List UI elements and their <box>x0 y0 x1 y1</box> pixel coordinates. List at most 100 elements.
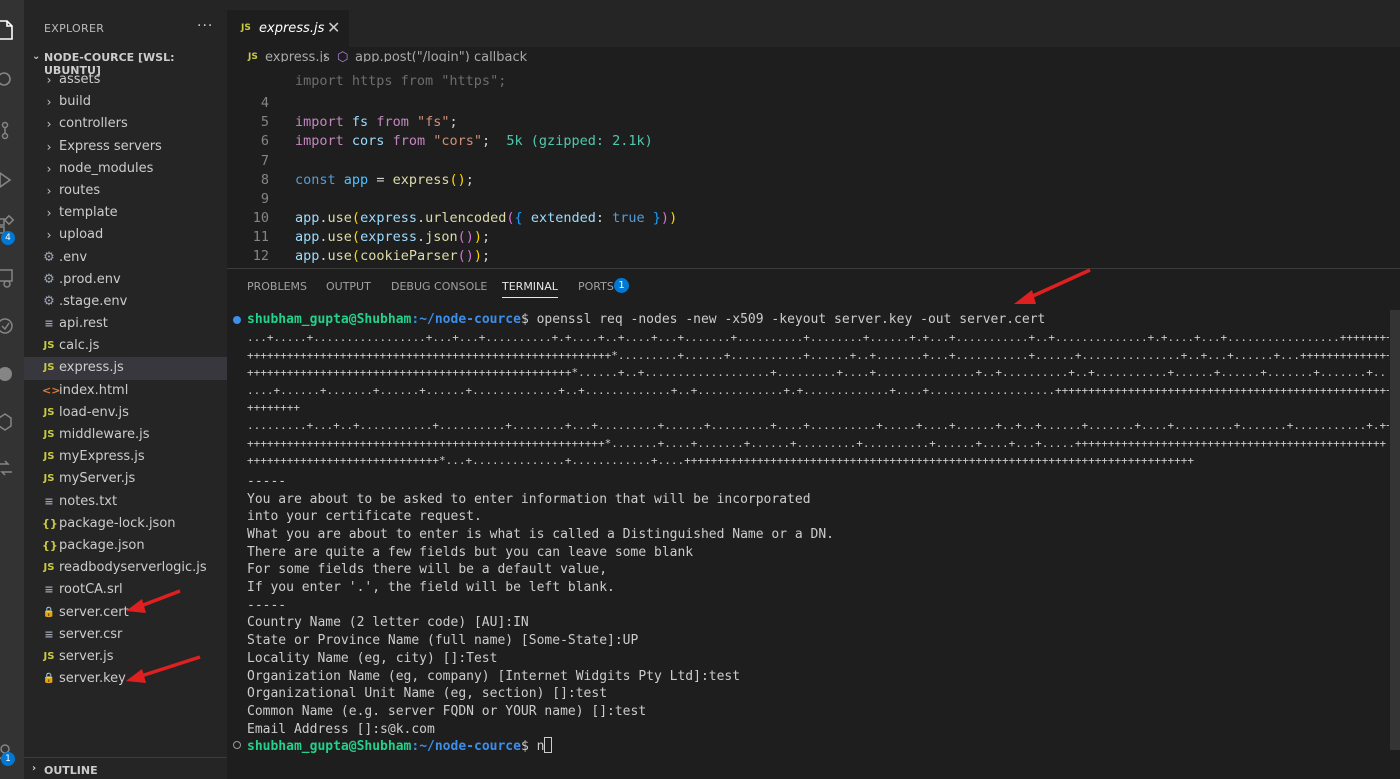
file-tree-label: load-env.js <box>59 404 129 420</box>
file-tree-label: build <box>59 94 91 110</box>
file-tree-label: template <box>59 205 118 221</box>
js-file-icon: JS <box>241 23 251 33</box>
prompt-path: :~/node-cource <box>411 312 521 327</box>
file-tree-label: express.js <box>59 360 124 376</box>
more-actions-icon[interactable]: ··· <box>197 18 213 34</box>
explorer-icon[interactable] <box>0 18 24 42</box>
terminal-line: Organizational Unit Name (eg, section) [… <box>247 686 608 702</box>
code-line: 9 app.use(express.urlencoded({ extended:… <box>227 171 1400 226</box>
tab-output[interactable]: OUTPUT <box>326 280 371 293</box>
file-tree-item[interactable]: ⚙ .env <box>24 247 227 269</box>
code-line: 7 const app = express(); <box>227 133 1400 188</box>
json-file-icon: {} <box>42 538 58 552</box>
file-tree-item[interactable]: › controllers <box>24 113 227 135</box>
js-file-icon: JS <box>43 406 55 418</box>
file-tree-label: middleware.js <box>59 427 150 442</box>
js-file-icon: JS <box>43 562 55 574</box>
file-tree-label: notes.txt <box>59 493 118 509</box>
terminal-line: There are quite a few fields but you can… <box>247 544 694 560</box>
js-file-icon: JS <box>43 340 55 352</box>
activity-bar: 4 1 <box>0 0 24 779</box>
file-tree-item[interactable]: JS readbodyserverlogic.js <box>24 557 227 579</box>
gear-icon: ⚙ <box>43 293 55 309</box>
terminal-line: .........+...+..+...........+..........+… <box>247 419 1389 432</box>
file-tree-item[interactable]: › template <box>24 202 227 224</box>
file-tree-label: myServer.js <box>59 471 136 487</box>
terminal-line: ++++++++ <box>247 401 300 415</box>
terminal-prompt-line: shubham_gupta@Shubham:~/node-cource$ n <box>247 737 1389 755</box>
prompt-path: :~/node-cource <box>411 739 521 754</box>
file-tree-item[interactable]: JS myExpress.js <box>24 446 227 468</box>
file-tree-item[interactable]: › assets <box>24 69 227 91</box>
code-line: 4 import fs from "fs"; <box>227 75 1400 130</box>
extensions-badge: 4 <box>1 231 15 245</box>
code-line: 6 <box>227 113 1400 149</box>
annotation-arrow-icon <box>126 655 201 683</box>
accounts-badge: 1 <box>1 752 15 766</box>
code-line: 8 <box>227 152 1400 188</box>
prompt-user: shubham_gupta@Shubham <box>247 312 412 327</box>
file-tree-item[interactable]: › node_modules <box>24 158 227 180</box>
terminal-scrollbar[interactable] <box>1390 310 1400 750</box>
file-tree-item[interactable]: › Express servers <box>24 136 227 158</box>
file-tree-item[interactable]: JS calc.js <box>24 335 227 357</box>
tab-debug-console[interactable]: DEBUG CONSOLE <box>391 280 487 293</box>
github-icon[interactable] <box>0 362 24 386</box>
file-tree-item[interactable]: JS middleware.js <box>24 424 227 446</box>
file-tree-label: server.csr <box>59 626 123 642</box>
gear-icon: ⚙ <box>43 249 55 265</box>
tab-problems[interactable]: PROBLEMS <box>247 280 307 293</box>
terminal-line: ----- <box>247 597 287 613</box>
terminal-line: For some fields there will be a default … <box>247 562 608 578</box>
terminal-line: If you enter '.', the field will be left… <box>247 580 615 595</box>
file-tree-item[interactable]: ⚙ .prod.env <box>24 269 227 291</box>
file-tree-item[interactable]: JS myServer.js <box>24 468 227 490</box>
ports-count-badge: 1 <box>614 278 629 293</box>
lock-icon: 🔒 <box>42 673 56 685</box>
file-tree-label: api.rest <box>59 316 108 332</box>
testing-icon[interactable] <box>0 314 24 338</box>
file-tree-label: myExpress.js <box>59 449 145 465</box>
tab-express-js[interactable]: JS express.js ✕ <box>227 10 349 47</box>
command-status-dot-icon <box>233 316 241 324</box>
file-tree-item[interactable]: JS load-env.js <box>24 402 227 424</box>
close-icon[interactable]: ✕ <box>327 18 340 37</box>
terminal-line: ....+......+.......+......+......+......… <box>247 383 1389 397</box>
file-tree-item[interactable]: ≡ notes.txt <box>24 491 227 513</box>
file-tree-item[interactable]: › routes <box>24 180 227 202</box>
file-tree-label: server.key <box>59 671 126 687</box>
tab-label: express.js <box>259 21 325 36</box>
file-tree-item[interactable]: ≡ api.rest <box>24 313 227 335</box>
search-icon[interactable] <box>0 68 24 92</box>
tab-ports[interactable]: PORTS <box>578 280 614 293</box>
file-tree-label: routes <box>59 182 101 198</box>
run-debug-icon[interactable] <box>0 168 24 192</box>
file-tree-label: server.js <box>59 648 114 664</box>
folder-chevron-icon: › <box>46 95 52 110</box>
code-line: 11 app.use(cookieParser()); <box>227 209 1400 264</box>
docker-icon[interactable] <box>0 410 24 434</box>
workspace-root-folder[interactable]: ⌄ NODE-COURCE [WSL: UBUNTU] <box>24 47 227 77</box>
file-tree-item[interactable]: JS express.js <box>24 357 227 380</box>
file-tree-item[interactable]: › upload <box>24 224 227 246</box>
file-tree-item[interactable]: ≡ server.csr <box>24 624 227 646</box>
file-tree-label: upload <box>59 227 104 243</box>
outline-section[interactable]: › OUTLINE <box>24 757 227 779</box>
folder-chevron-icon: › <box>46 117 52 132</box>
source-control-icon[interactable] <box>0 118 24 142</box>
file-tree-item[interactable]: ⚙ .stage.env <box>24 291 227 313</box>
file-tree-item[interactable]: {} package.json <box>24 535 227 557</box>
file-tree-item[interactable]: {} package-lock.json <box>24 513 227 535</box>
code-editor[interactable]: import https from "https"; 4 import fs f… <box>227 62 1400 268</box>
file-tree-item[interactable]: <> index.html <box>24 380 227 402</box>
live-share-icon[interactable] <box>0 456 24 480</box>
terminal-line: Locality Name (eg, city) []:Test <box>247 650 498 666</box>
file-tree-item[interactable]: › build <box>24 91 227 113</box>
file-tree-label: calc.js <box>59 338 100 354</box>
tab-terminal[interactable]: TERMINAL <box>502 280 558 298</box>
js-file-icon: JS <box>43 451 55 463</box>
code-line: 5 import cors from "cors"; 5k (gzipped: … <box>227 94 1400 149</box>
code-line: 12 app.use(cors()) <box>227 228 1400 268</box>
remote-explorer-icon[interactable] <box>0 266 24 290</box>
js-file-icon: JS <box>43 473 55 485</box>
